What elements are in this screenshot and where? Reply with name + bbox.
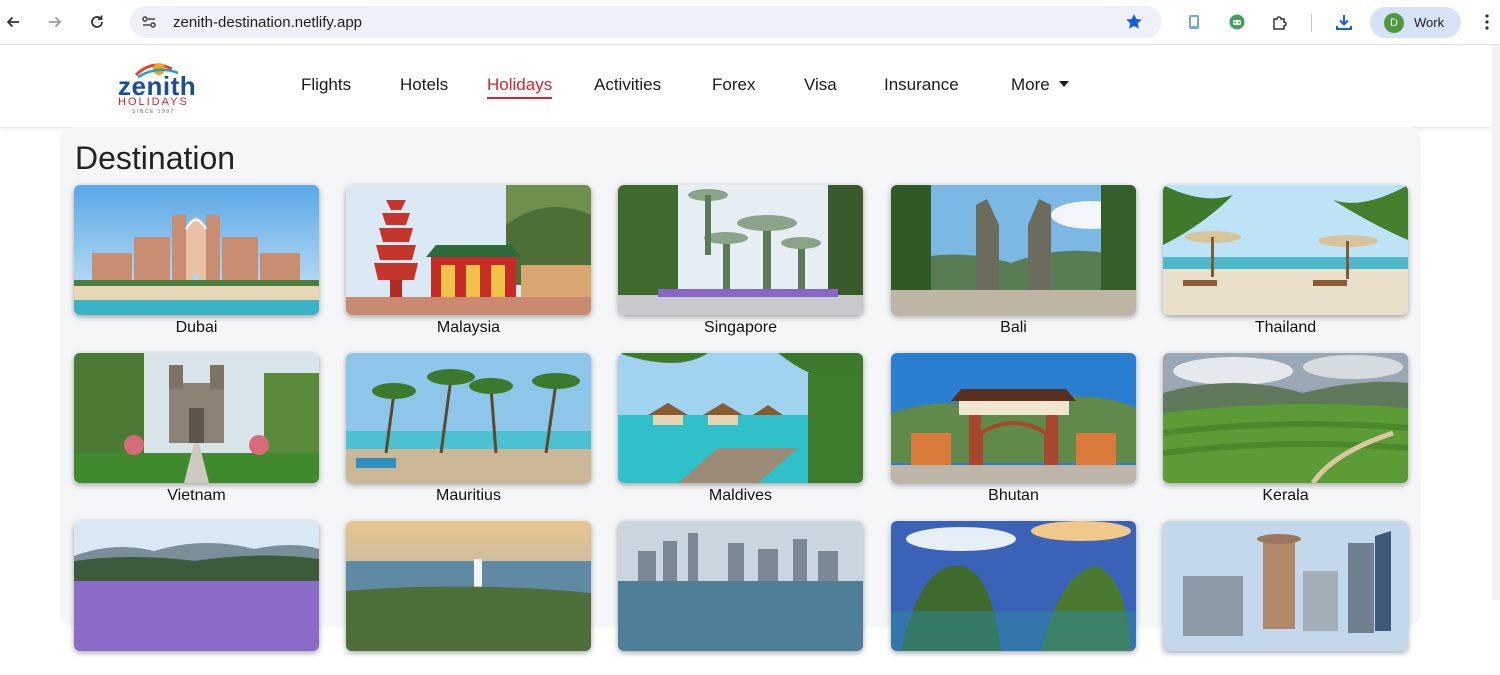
- bookmark-star-icon[interactable]: [1124, 12, 1144, 32]
- back-icon[interactable]: [2, 11, 24, 33]
- nav-insurance[interactable]: Insurance: [884, 75, 959, 95]
- profile-button[interactable]: D Work: [1370, 7, 1461, 38]
- destination-image[interactable]: [891, 521, 1136, 651]
- destination-image[interactable]: [891, 185, 1136, 315]
- destination-image[interactable]: [618, 185, 863, 315]
- destination-card-vietnam[interactable]: Vietnam: [74, 353, 319, 507]
- browser-toolbar: zenith-destination.netlify.app D Work: [0, 0, 1500, 45]
- address-bar[interactable]: zenith-destination.netlify.app: [130, 6, 1162, 38]
- destination-card-bali[interactable]: Bali: [891, 185, 1136, 339]
- url-text: zenith-destination.netlify.app: [173, 14, 363, 31]
- page-title: Destination: [75, 140, 236, 176]
- destination-name: Thailand: [1254, 319, 1317, 336]
- page-scrollbar[interactable]: [1492, 45, 1500, 600]
- destination-name: [74, 655, 319, 675]
- site-settings-icon[interactable]: [140, 13, 158, 31]
- destination-name: [891, 655, 1136, 675]
- destination-card-bhutan[interactable]: Bhutan: [891, 353, 1136, 507]
- destination-image[interactable]: [618, 521, 863, 651]
- destination-card-singapore[interactable]: Singapore: [618, 185, 863, 339]
- nav-more-label: More: [1011, 75, 1050, 94]
- destination-name: Maldives: [708, 487, 773, 504]
- zenith-logo[interactable]: zenith HOLIDAYS SINCE 1997: [114, 55, 218, 119]
- menu-kebab-icon[interactable]: [1478, 11, 1496, 33]
- destination-card-thailand[interactable]: Thailand: [1163, 185, 1408, 339]
- extensions-puzzle-icon[interactable]: [1269, 11, 1291, 33]
- site-header: zenith HOLIDAYS SINCE 1997 Flights Hotel…: [0, 45, 1500, 128]
- destination-image[interactable]: [346, 353, 591, 483]
- destination-image[interactable]: [74, 353, 319, 483]
- destination-card[interactable]: [891, 521, 1136, 675]
- extension-robot-icon[interactable]: [1226, 11, 1248, 33]
- caret-down-icon: [1058, 80, 1069, 87]
- logo-subtitle: HOLIDAYS: [118, 96, 189, 108]
- destination-name: [1163, 655, 1408, 675]
- reload-icon[interactable]: [86, 11, 108, 33]
- destination-name: Malaysia: [436, 319, 501, 336]
- destination-image[interactable]: [1163, 521, 1408, 651]
- destination-name: Singapore: [704, 319, 777, 336]
- destination-name: Vietnam: [167, 487, 226, 504]
- destination-name: [346, 655, 591, 675]
- destination-card[interactable]: [74, 521, 319, 675]
- destination-name: Bhutan: [988, 487, 1039, 504]
- destination-name: Bali: [1000, 319, 1027, 336]
- destination-card-kerala[interactable]: Kerala: [1163, 353, 1408, 507]
- destination-card[interactable]: [618, 521, 863, 675]
- reading-list-icon[interactable]: [1183, 11, 1205, 33]
- nav-visa[interactable]: Visa: [804, 75, 837, 95]
- nav-hotels[interactable]: Hotels: [400, 75, 448, 95]
- destination-image[interactable]: [346, 521, 591, 651]
- logo-since: SINCE 1997: [132, 109, 175, 115]
- destination-name: Mauritius: [436, 487, 501, 504]
- destination-name: Kerala: [1262, 487, 1309, 504]
- destination-image[interactable]: [1163, 353, 1408, 483]
- destination-card[interactable]: [1163, 521, 1408, 675]
- nav-forex[interactable]: Forex: [712, 75, 755, 95]
- destination-image[interactable]: [346, 185, 591, 315]
- destination-name: Dubai: [175, 319, 218, 336]
- destination-image[interactable]: [74, 521, 319, 651]
- profile-name: Work: [1414, 15, 1445, 30]
- nav-activities[interactable]: Activities: [594, 75, 661, 95]
- toolbar-separator: [1311, 14, 1312, 32]
- destination-card-maldives[interactable]: Maldives: [618, 353, 863, 507]
- destination-image[interactable]: [618, 353, 863, 483]
- destination-name: [618, 655, 863, 675]
- destination-image[interactable]: [74, 185, 319, 315]
- forward-icon[interactable]: [44, 11, 66, 33]
- destination-image[interactable]: [1163, 185, 1408, 315]
- destination-card-mauritius[interactable]: Mauritius: [346, 353, 591, 507]
- nav-holidays[interactable]: Holidays: [487, 75, 553, 99]
- destination-card[interactable]: [346, 521, 591, 675]
- nav-more[interactable]: More: [1011, 75, 1069, 95]
- download-icon[interactable]: [1333, 11, 1355, 33]
- destination-image[interactable]: [891, 353, 1136, 483]
- destination-card-malaysia[interactable]: Malaysia: [346, 185, 591, 339]
- avatar: D: [1384, 12, 1404, 33]
- nav-flights[interactable]: Flights: [301, 75, 351, 95]
- destination-card-dubai[interactable]: Dubai: [74, 185, 319, 339]
